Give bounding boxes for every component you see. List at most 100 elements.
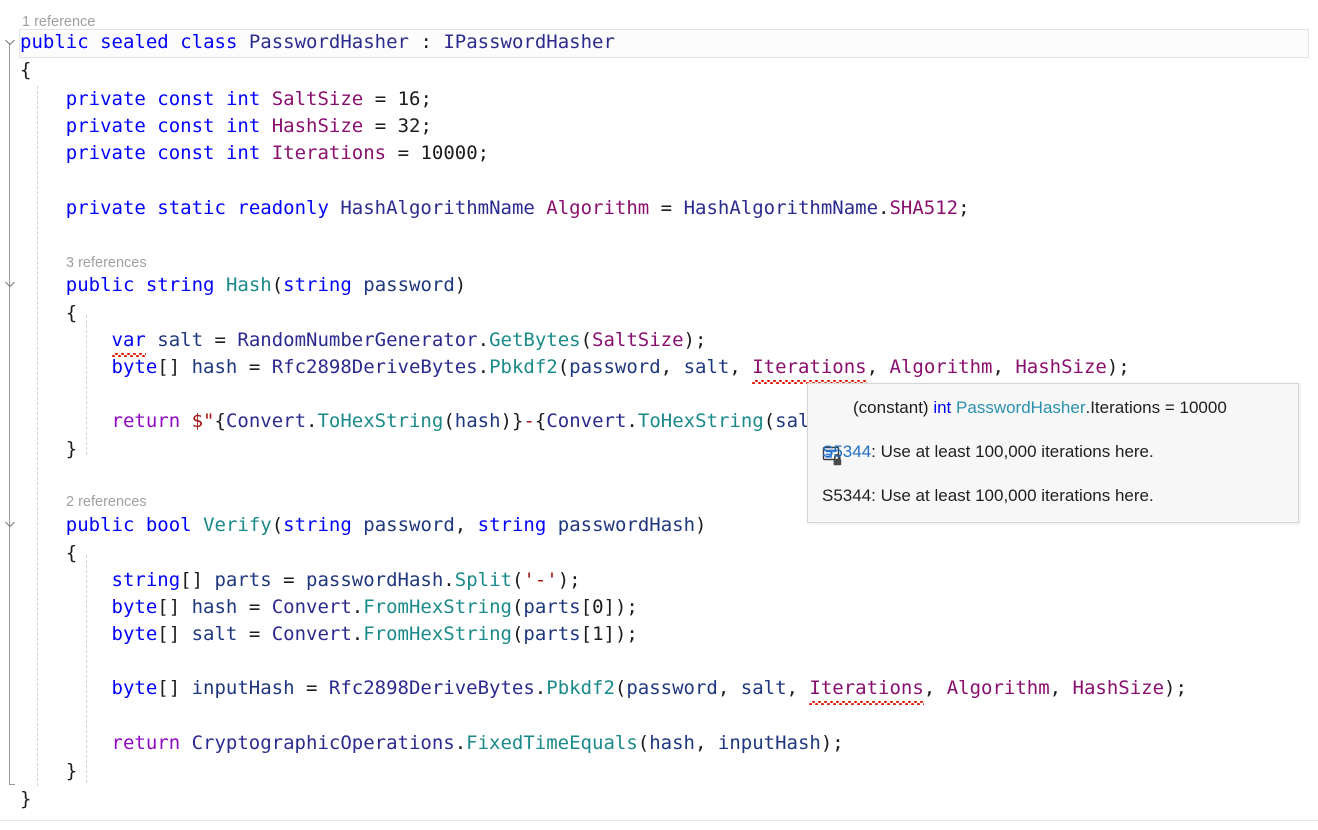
token-keyword-return-2: return [111, 732, 181, 754]
token-local-salt[interactable]: salt [157, 329, 203, 351]
code-line-salt-fromhex[interactable]: byte[] salt = Convert.FromHexString(part… [20, 621, 638, 648]
token-keyword-byte-4: byte [111, 677, 158, 699]
token-type-hashalgorithmname-2[interactable]: HashAlgorithmName [684, 197, 878, 219]
tooltip-member: .Iterations [1085, 398, 1161, 417]
token-keyword-private: private [65, 88, 146, 110]
token-local-parts[interactable]: parts [214, 569, 271, 591]
code-line-verify-close-brace[interactable]: } [20, 758, 77, 785]
token-method-verify[interactable]: Verify [203, 514, 272, 536]
token-arg-password[interactable]: password [569, 356, 661, 378]
token-keyword-private: private [65, 142, 146, 164]
token-constant-iterations[interactable]: Iterations [272, 142, 386, 164]
token-method-tohexstring-1[interactable]: ToHexString [317, 410, 443, 432]
token-member-sha512[interactable]: SHA512 [889, 197, 958, 219]
code-line-hash-close-brace[interactable]: } [20, 436, 77, 463]
token-type-hashalgorithmname[interactable]: HashAlgorithmName [340, 197, 534, 219]
code-line-hash-signature[interactable]: public string Hash(string password) [20, 272, 466, 299]
token-type-ipasswordhasher[interactable]: IPasswordHasher [443, 31, 615, 53]
token-arg-parts-1[interactable]: parts [523, 623, 580, 645]
token-keyword-string-p1: string [283, 514, 352, 536]
token-arg-salt[interactable]: salt [684, 356, 730, 378]
token-arg-hash[interactable]: hash [455, 410, 501, 432]
token-method-tohexstring-2[interactable]: ToHexString [638, 410, 764, 432]
token-field-algorithm-ref-hash[interactable]: Algorithm [890, 356, 993, 378]
token-constant-hashsize-ref-hash[interactable]: HashSize [1015, 356, 1107, 378]
token-method-hash[interactable]: Hash [226, 274, 272, 296]
token-keyword-public: public [20, 31, 89, 53]
token-type-convert-4[interactable]: Convert [272, 623, 352, 645]
token-constant-hashsize[interactable]: HashSize [272, 115, 364, 137]
token-param-passwordhash[interactable]: passwordHash [558, 514, 695, 536]
token-constant-hashsize-ref-verify[interactable]: HashSize [1073, 677, 1165, 699]
codelens-method-verify[interactable]: 2 references [66, 492, 147, 512]
tooltip-signature-row: (constant) int PasswordHasher .Iterations… [822, 396, 1284, 466]
code-line-saltsize[interactable]: private const int SaltSize = 16; [20, 86, 432, 113]
code-line-verify-open-brace[interactable]: { [20, 540, 77, 567]
token-local-hash[interactable]: hash [192, 356, 238, 378]
token-type-passwordhasher[interactable]: PasswordHasher [249, 31, 409, 53]
token-keyword-string-arr: string [111, 569, 181, 591]
token-constant-saltsize[interactable]: SaltSize [272, 88, 364, 110]
token-field-algorithm-ref-verify[interactable]: Algorithm [947, 677, 1050, 699]
token-method-fixedtimeequals[interactable]: FixedTimeEquals [466, 732, 638, 754]
code-editor-surface[interactable]: 1 reference public sealed class Password… [0, 0, 1318, 830]
token-keyword-byte-3: byte [111, 623, 158, 645]
tooltip-rule-id-1[interactable]: S5344 [822, 440, 871, 464]
token-method-pbkdf2-2[interactable]: Pbkdf2 [546, 677, 615, 699]
token-string-interp-start: $" [191, 410, 215, 432]
tooltip-diagnostic-1: S5344: Use at least 100,000 iterations h… [822, 440, 1284, 464]
token-keyword-byte: byte [111, 356, 158, 378]
token-constant-iterations-ref-verify[interactable]: Iterations [809, 675, 925, 705]
token-constant-saltsize-ref[interactable]: SaltSize [592, 329, 684, 351]
code-line-iterations[interactable]: private const int Iterations = 10000; [20, 140, 489, 167]
token-keyword-string-param: string [283, 274, 352, 296]
token-keyword-var[interactable]: var [111, 327, 147, 357]
code-line-2[interactable]: { [20, 57, 31, 84]
token-literal-10000: 10000 [420, 142, 478, 164]
token-local-inputhash[interactable]: inputHash [192, 677, 295, 699]
code-line-1[interactable]: public sealed class PasswordHasher : IPa… [20, 29, 615, 56]
token-local-hash-2[interactable]: hash [192, 596, 238, 618]
code-line-hash-fromhex[interactable]: byte[] hash = Convert.FromHexString(part… [20, 594, 638, 621]
code-line-split-parts[interactable]: string[] parts = passwordHash.Split('-')… [20, 567, 581, 594]
code-line-hash-pbkdf2[interactable]: byte[] hash = Rfc2898DeriveBytes.Pbkdf2(… [20, 354, 1130, 384]
token-type-cryptographicoperations[interactable]: CryptographicOperations [192, 732, 455, 754]
token-type-convert-2[interactable]: Convert [546, 410, 626, 432]
code-line-class-close-brace[interactable]: } [20, 786, 31, 813]
token-field-algorithm[interactable]: Algorithm [546, 197, 649, 219]
code-line-verify-pbkdf2[interactable]: byte[] inputHash = Rfc2898DeriveBytes.Pb… [20, 675, 1187, 705]
token-keyword-const: const [157, 142, 215, 164]
codelens-method-hash[interactable]: 3 references [66, 253, 147, 273]
token-method-getbytes[interactable]: GetBytes [489, 329, 581, 351]
code-line-salt-assign[interactable]: var salt = RandomNumberGenerator.GetByte… [20, 327, 706, 357]
code-line-verify-signature[interactable]: public bool Verify(string password, stri… [20, 512, 707, 539]
token-type-convert-3[interactable]: Convert [272, 596, 352, 618]
token-keyword-string: string [145, 274, 215, 296]
token-method-split[interactable]: Split [455, 569, 512, 591]
token-param-password[interactable]: password [363, 274, 455, 296]
code-line-hashsize[interactable]: private const int HashSize = 32; [20, 113, 432, 140]
token-method-fromhexstring-2[interactable]: FromHexString [363, 623, 512, 645]
token-keyword-public: public [65, 274, 135, 296]
token-arg-parts-0[interactable]: parts [523, 596, 580, 618]
code-line-hash-return[interactable]: return $"{Convert.ToHexString(hash)}-{Co… [20, 408, 867, 435]
token-keyword-sealed: sealed [100, 31, 169, 53]
token-type-rfc2898derivebytes[interactable]: Rfc2898DeriveBytes [272, 356, 478, 378]
code-line-verify-return[interactable]: return CryptographicOperations.FixedTime… [20, 730, 844, 757]
token-arg-salt-3[interactable]: salt [741, 677, 787, 699]
token-constant-iterations-ref-hash[interactable]: Iterations [752, 354, 868, 384]
token-keyword-private: private [65, 197, 146, 219]
token-type-rfc2898derivebytes-2[interactable]: Rfc2898DeriveBytes [329, 677, 535, 699]
token-arg-inputhash[interactable]: inputHash [718, 732, 821, 754]
token-arg-password-2[interactable]: password [626, 677, 718, 699]
code-line-hash-open-brace[interactable]: { [20, 300, 77, 327]
token-type-randomnumbergenerator[interactable]: RandomNumberGenerator [237, 329, 477, 351]
token-local-salt-2[interactable]: salt [192, 623, 238, 645]
token-method-pbkdf2[interactable]: Pbkdf2 [489, 356, 558, 378]
token-type-convert-1[interactable]: Convert [226, 410, 306, 432]
token-method-fromhexstring-1[interactable]: FromHexString [363, 596, 512, 618]
token-arg-passwordhash[interactable]: passwordHash [306, 569, 443, 591]
token-param-password-verify[interactable]: password [363, 514, 455, 536]
token-arg-hash-2[interactable]: hash [649, 732, 695, 754]
code-line-algorithm-field[interactable]: private static readonly HashAlgorithmNam… [20, 195, 970, 222]
